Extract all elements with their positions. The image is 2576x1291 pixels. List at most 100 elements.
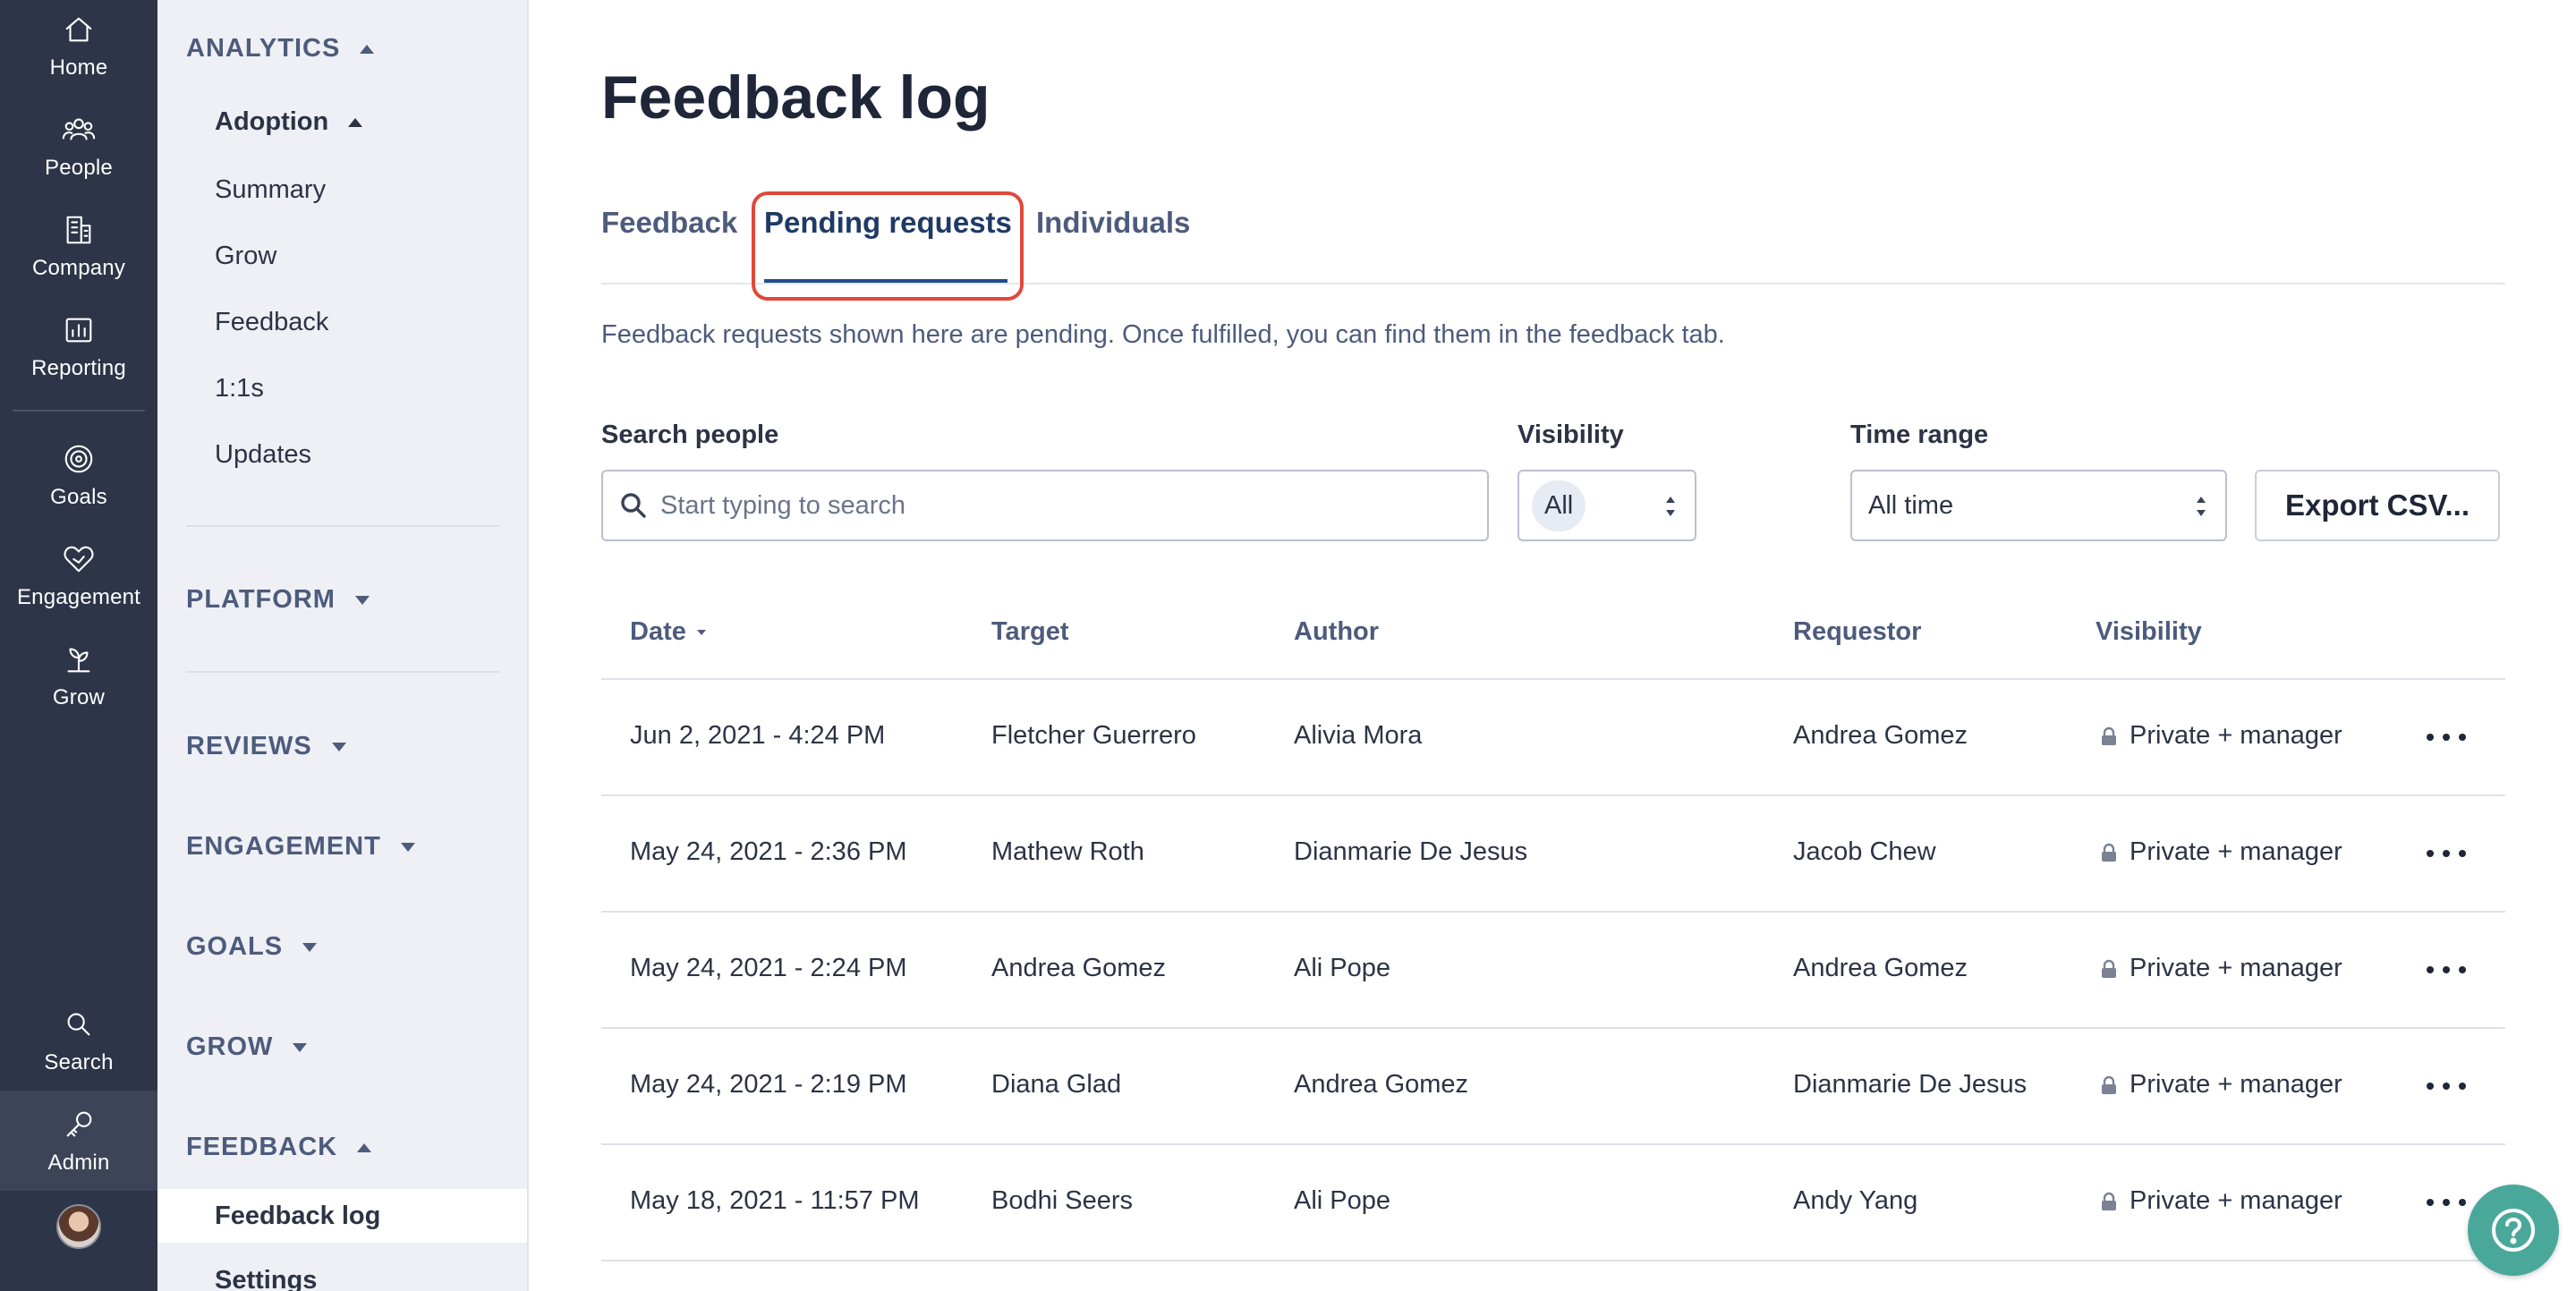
time-range-select[interactable]: All time bbox=[1850, 470, 2227, 541]
tab-individuals[interactable]: Individuals bbox=[1036, 206, 1190, 240]
rail-item-grow[interactable]: Grow bbox=[0, 642, 157, 735]
sidebar-item-summary[interactable]: Summary bbox=[215, 175, 326, 205]
more-options-icon[interactable] bbox=[2427, 1185, 2466, 1220]
cell-visibility-text: Private + manager bbox=[2130, 1186, 2342, 1215]
search-people-field bbox=[601, 470, 1489, 541]
caret-up-icon bbox=[357, 1142, 372, 1152]
cell-target: Fletcher Guerrero bbox=[991, 721, 1196, 750]
lock-icon bbox=[2101, 843, 2117, 862]
search-icon bbox=[67, 1013, 90, 1036]
visibility-select[interactable]: All bbox=[1518, 470, 1696, 541]
sidebar-item-1on1s[interactable]: 1:1s bbox=[215, 374, 264, 403]
admin-sidebar: ANALYTICS Adoption Summary Grow Feedback… bbox=[157, 0, 529, 1291]
table-row: May 18, 2021 - 11:57 PM Bodhi Seers Ali … bbox=[601, 1145, 2505, 1261]
rail-label-reporting: Reporting bbox=[31, 356, 126, 380]
rail-item-people[interactable]: People bbox=[0, 113, 157, 206]
section-engagement-label: ENGAGEMENT bbox=[186, 832, 381, 861]
section-platform[interactable]: PLATFORM bbox=[186, 585, 370, 615]
cell-visibility: Private + manager bbox=[2101, 954, 2342, 983]
cell-visibility-text: Private + manager bbox=[2130, 1070, 2342, 1099]
section-grow[interactable]: GROW bbox=[186, 1032, 308, 1062]
column-date[interactable]: Date bbox=[630, 617, 706, 647]
sidebar-item-grow[interactable]: Grow bbox=[215, 242, 276, 271]
cell-target: Mathew Roth bbox=[991, 837, 1144, 866]
subsection-adoption[interactable]: Adoption bbox=[215, 107, 363, 137]
export-csv-button[interactable]: Export CSV... bbox=[2255, 470, 2500, 541]
sidebar-divider bbox=[186, 525, 499, 527]
more-options-icon[interactable] bbox=[2427, 952, 2466, 988]
rail-item-admin[interactable]: Admin bbox=[0, 1108, 157, 1201]
rail-label-grow: Grow bbox=[52, 685, 106, 709]
caret-down-icon bbox=[302, 942, 318, 952]
cell-date: May 24, 2021 - 2:24 PM bbox=[630, 954, 907, 982]
rail-item-search[interactable]: Search bbox=[0, 1007, 157, 1100]
sort-desc-icon bbox=[696, 629, 706, 635]
reporting-icon bbox=[65, 318, 92, 343]
cell-requestor: Jacob Chew bbox=[1793, 837, 1936, 866]
sidebar-divider bbox=[186, 671, 499, 673]
more-options-icon[interactable] bbox=[2427, 1068, 2466, 1104]
search-input[interactable] bbox=[660, 490, 1466, 521]
cell-target: Bodhi Seers bbox=[991, 1186, 1133, 1215]
sidebar-item-feedback-log[interactable]: Feedback log bbox=[215, 1202, 380, 1231]
section-analytics[interactable]: ANALYTICS bbox=[186, 34, 375, 64]
cell-date: May 18, 2021 - 11:57 PM bbox=[630, 1186, 920, 1215]
rail-item-home[interactable]: Home bbox=[0, 13, 157, 106]
help-button[interactable] bbox=[2468, 1185, 2559, 1276]
section-engagement[interactable]: ENGAGEMENT bbox=[186, 832, 415, 862]
caret-down-icon bbox=[293, 1042, 308, 1052]
rail-label-goals: Goals bbox=[50, 485, 107, 509]
section-reviews-label: REVIEWS bbox=[186, 732, 312, 760]
cell-visibility: Private + manager bbox=[2101, 1070, 2342, 1100]
rail-label-people: People bbox=[45, 156, 113, 180]
rail-item-company[interactable]: Company bbox=[0, 213, 157, 306]
cell-date: Jun 2, 2021 - 4:24 PM bbox=[630, 721, 886, 750]
section-reviews[interactable]: REVIEWS bbox=[186, 732, 346, 761]
more-options-icon[interactable] bbox=[2427, 719, 2466, 755]
rail-item-engagement[interactable]: Engagement bbox=[0, 542, 157, 635]
page-title: Feedback log bbox=[601, 64, 990, 132]
home-icon bbox=[65, 17, 92, 42]
caret-down-icon bbox=[400, 842, 415, 852]
caret-down-icon bbox=[354, 595, 370, 605]
cell-target: Diana Glad bbox=[991, 1070, 1122, 1099]
sidebar-item-updates[interactable]: Updates bbox=[215, 440, 311, 470]
tab-feedback[interactable]: Feedback bbox=[601, 206, 737, 240]
company-icon bbox=[66, 216, 91, 244]
lock-icon bbox=[2101, 1192, 2117, 1211]
rail-item-goals[interactable]: Goals bbox=[0, 442, 157, 535]
rail-item-reporting[interactable]: Reporting bbox=[0, 313, 157, 406]
help-icon bbox=[2492, 1209, 2535, 1252]
icon-rail: Home People Company Reporting Goals Enga… bbox=[0, 0, 157, 1291]
select-arrows-icon bbox=[1666, 495, 1675, 518]
rail-label-search: Search bbox=[44, 1050, 114, 1074]
admin-key-icon bbox=[66, 1111, 92, 1137]
column-target: Target bbox=[991, 617, 1069, 646]
caret-down-icon bbox=[331, 742, 346, 752]
sidebar-item-feedback[interactable]: Feedback bbox=[215, 308, 328, 337]
lock-icon bbox=[2101, 959, 2117, 979]
search-label: Search people bbox=[601, 420, 779, 449]
cell-visibility: Private + manager bbox=[2101, 837, 2342, 867]
section-analytics-label: ANALYTICS bbox=[186, 34, 341, 63]
table-header: Date Target Author Requestor Visibility bbox=[601, 590, 2505, 680]
caret-up-icon bbox=[360, 44, 375, 54]
section-grow-label: GROW bbox=[186, 1032, 274, 1061]
more-options-icon[interactable] bbox=[2427, 836, 2466, 871]
grow-icon bbox=[67, 648, 90, 673]
time-range-value: All time bbox=[1868, 490, 1954, 520]
cell-visibility-text: Private + manager bbox=[2130, 721, 2342, 750]
cell-visibility-text: Private + manager bbox=[2130, 837, 2342, 866]
sidebar-item-settings[interactable]: Settings bbox=[215, 1266, 317, 1291]
rail-label-company: Company bbox=[31, 256, 126, 280]
time-range-label: Time range bbox=[1850, 420, 1989, 449]
search-icon bbox=[621, 493, 646, 518]
table-row: May 24, 2021 - 2:19 PM Diana Glad Andrea… bbox=[601, 1029, 2505, 1145]
user-avatar[interactable] bbox=[56, 1204, 101, 1249]
section-goals[interactable]: GOALS bbox=[186, 932, 318, 962]
cell-visibility: Private + manager bbox=[2101, 721, 2342, 751]
section-feedback-label: FEEDBACK bbox=[186, 1133, 338, 1161]
cell-requestor: Dianmarie De Jesus bbox=[1793, 1070, 2028, 1099]
caret-up-icon bbox=[348, 117, 363, 127]
section-feedback[interactable]: FEEDBACK bbox=[186, 1133, 372, 1162]
